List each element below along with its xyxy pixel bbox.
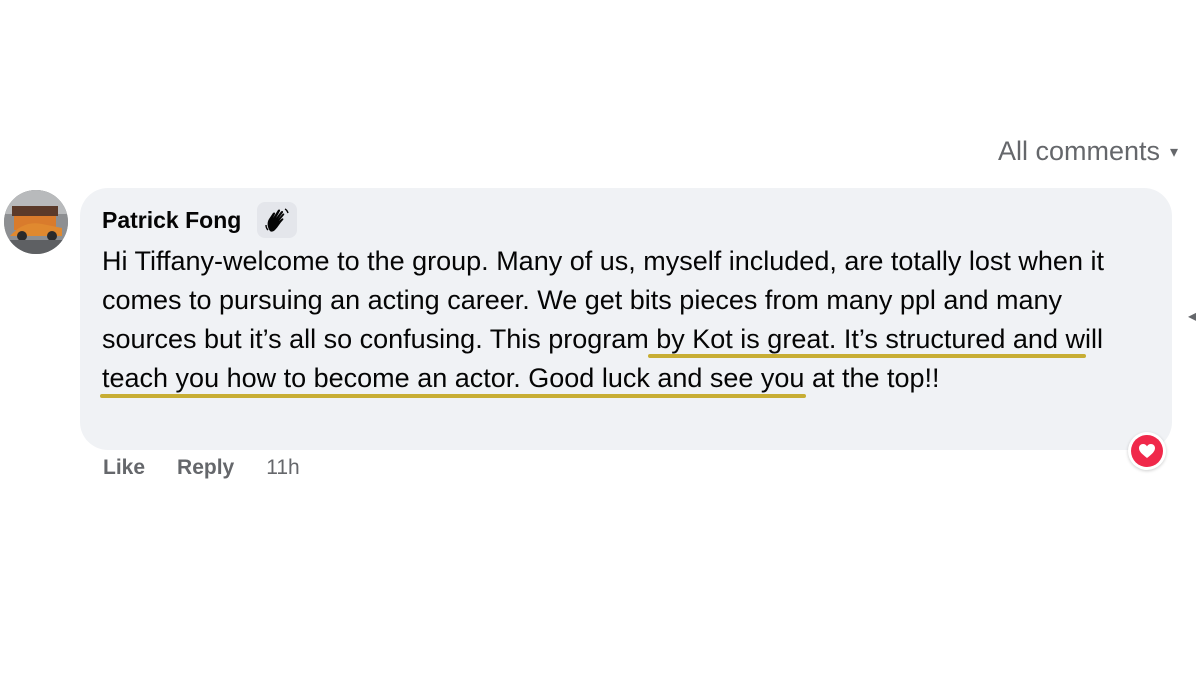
highlight-underline [100,394,806,398]
chevron-left-icon[interactable]: ◂ [1188,306,1196,326]
waving-hand-icon[interactable] [257,202,298,238]
reply-button[interactable]: Reply [177,456,234,480]
comment-bubble: Patrick Fong Hi Tiffany-welcome to the g… [80,188,1172,450]
comment-actions: Like Reply 11h [103,456,300,480]
all-comments-label: All comments [998,136,1161,166]
like-button[interactable]: Like [103,456,145,480]
heart-icon [1131,435,1163,467]
all-comments-filter[interactable]: All comments ▾ [998,136,1178,167]
comment-timestamp[interactable]: 11h [266,456,299,480]
highlight-underline [648,354,1086,358]
comment-text-part: Good luck and see you at the top!! [520,363,940,393]
avatar[interactable] [4,190,68,254]
comment-text: Hi Tiffany-welcome to the group. Many of… [100,242,1142,398]
chevron-down-icon: ▾ [1170,143,1179,161]
heart-reaction[interactable] [1128,432,1166,470]
comment-author-name[interactable]: Patrick Fong [102,207,241,234]
